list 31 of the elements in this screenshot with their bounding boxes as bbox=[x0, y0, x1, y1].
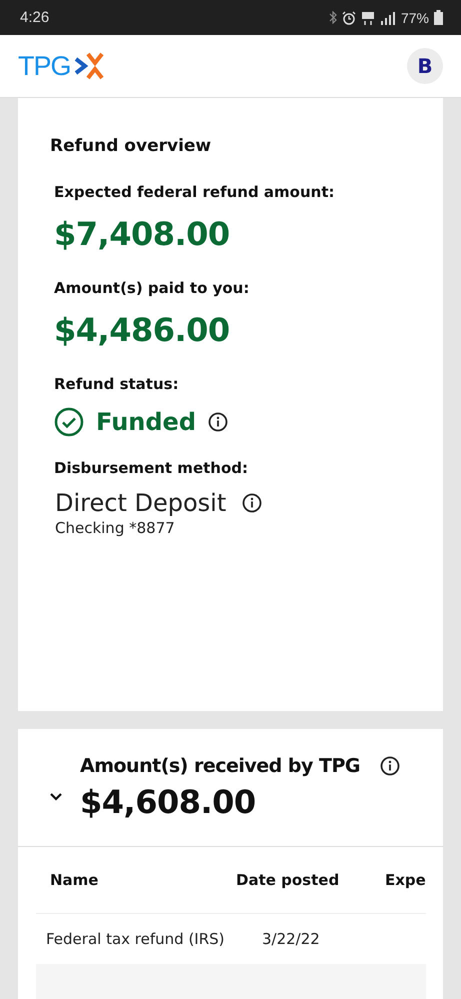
column-header: Date posted bbox=[236, 871, 340, 889]
info-icon[interactable] bbox=[208, 412, 228, 432]
method-value: Direct Deposit bbox=[55, 489, 226, 517]
account-detail: Checking *8877 bbox=[55, 519, 176, 537]
card-title: Refund overview bbox=[50, 136, 212, 156]
battery-percent: 77% bbox=[400, 10, 429, 26]
clock-time: 4:26 bbox=[20, 9, 50, 26]
field-label: Refund status: bbox=[54, 375, 180, 393]
logo-icon bbox=[74, 51, 104, 81]
field-label: Disbursement method: bbox=[54, 459, 250, 477]
info-icon[interactable] bbox=[242, 493, 262, 513]
received-amount: $4,608.00 bbox=[80, 782, 257, 820]
status-value: Funded bbox=[96, 408, 196, 436]
bluetooth-icon bbox=[328, 11, 337, 24]
section-title: Amount(s) received by TPG bbox=[80, 754, 360, 776]
field-label: Amount(s) paid to you: bbox=[54, 279, 250, 297]
avatar-button[interactable]: B bbox=[407, 48, 443, 84]
table-cell: 3/22/22 bbox=[262, 930, 320, 948]
column-header: Name bbox=[50, 871, 98, 889]
info-icon[interactable] bbox=[380, 756, 400, 776]
battery-icon bbox=[434, 10, 443, 25]
data-icon bbox=[360, 10, 375, 24]
column-header: Expe bbox=[385, 871, 426, 889]
amount-value: $4,486.00 bbox=[54, 311, 231, 349]
signal-icon bbox=[380, 10, 396, 24]
logo-text: TPG bbox=[18, 50, 71, 82]
check-circle-icon bbox=[54, 407, 84, 437]
table-cell: Federal tax refund (IRS) bbox=[46, 930, 225, 948]
amount-value: $7,408.00 bbox=[54, 215, 231, 253]
field-label: Expected federal refund amount: bbox=[54, 183, 336, 201]
alarm-icon bbox=[342, 10, 356, 24]
